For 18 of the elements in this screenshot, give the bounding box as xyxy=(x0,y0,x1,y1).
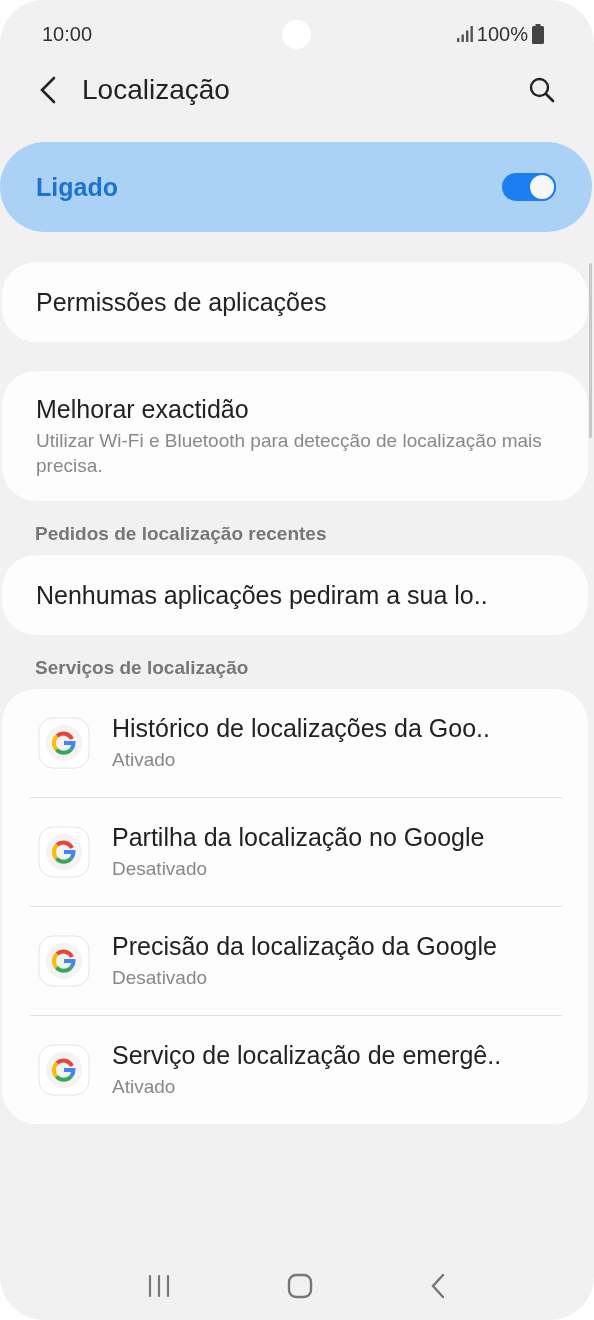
setting-title[interactable]: Partilha da localização no Google xyxy=(112,823,485,852)
setting-title[interactable]: Permissões de aplicações xyxy=(36,287,327,317)
setting-summary: Utilizar Wi-Fi e Bluetooth para detecção de localização mais precisa. xyxy=(36,428,543,478)
setting-title[interactable]: Serviço de localização de emergê.. xyxy=(112,1041,502,1070)
switch-label: Ligado xyxy=(36,172,118,202)
setting-title[interactable]: Precisão da localização da Google xyxy=(112,932,497,961)
page-title: Localização xyxy=(82,74,231,106)
setting-summary: Ativado xyxy=(112,748,177,772)
setting-title[interactable]: Nenhumas aplicações pediram a sua lo.. xyxy=(36,580,488,610)
setting-summary: Desativado xyxy=(112,966,209,990)
setting-summary: Ativado xyxy=(112,1075,177,1099)
setting-title[interactable]: Histórico de localizações da Goo.. xyxy=(112,714,490,743)
battery-percent: 100% xyxy=(476,22,528,46)
setting-title[interactable]: Melhorar exactidão xyxy=(36,394,562,424)
status-time: 10:00 xyxy=(42,22,93,46)
setting-summary: Desativado xyxy=(112,857,209,881)
section-heading: Pedidos de localização recentes xyxy=(34,522,328,546)
section-heading: Serviços de localização xyxy=(34,656,250,680)
